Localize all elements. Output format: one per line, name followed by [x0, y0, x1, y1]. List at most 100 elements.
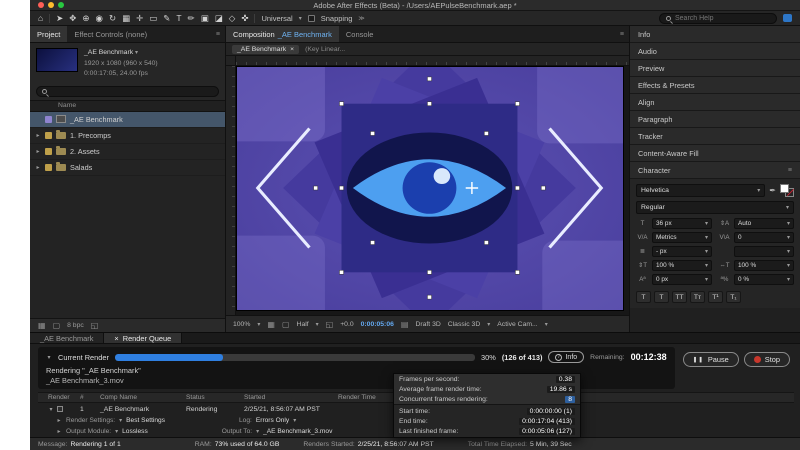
fill-color-swatch[interactable] — [780, 184, 789, 193]
zoom-window-button[interactable] — [58, 2, 64, 8]
twirl-open-icon[interactable]: ▾ — [48, 406, 54, 413]
resolution-dropdown[interactable]: Half — [297, 321, 309, 328]
panel-tracker[interactable]: Tracker — [630, 128, 800, 145]
renderer-dropdown[interactable]: Classic 3D — [448, 321, 480, 328]
twirl-icon[interactable]: ▸ — [35, 132, 41, 139]
font-family-dropdown[interactable]: Helvetica ▾ — [636, 184, 765, 197]
tab-composition[interactable]: Composition _AE Benchmark — [226, 26, 339, 42]
zoom-tool-icon[interactable]: ⊕ — [82, 14, 89, 23]
pause-button[interactable]: ❚❚ Pause — [683, 352, 739, 367]
pen-tool-icon[interactable]: ✎ — [163, 14, 170, 23]
panel-paragraph[interactable]: Paragraph — [630, 111, 800, 128]
help-search[interactable] — [659, 13, 777, 24]
superscript-button[interactable]: T¹ — [708, 291, 723, 303]
feedback-icon[interactable] — [783, 14, 792, 22]
ruler-vertical[interactable] — [226, 66, 236, 315]
label-color-chip[interactable] — [45, 132, 52, 139]
font-size-control[interactable]: T 36 px▾ — [636, 218, 712, 229]
eraser-tool-icon[interactable]: ◪ — [215, 14, 223, 23]
twirl-icon[interactable]: ▸ — [35, 148, 41, 155]
home-icon[interactable]: ⌂ — [38, 14, 43, 23]
project-item-folder[interactable]: ▸ 2. Assets — [30, 144, 225, 160]
panel-preview[interactable]: Preview — [630, 60, 800, 77]
mask-visibility-icon[interactable]: ▢ — [282, 320, 290, 329]
rotate-tool-icon[interactable]: ↻ — [109, 14, 116, 23]
stroke-style-control[interactable]: ▾ — [718, 246, 794, 257]
type-tool-icon[interactable]: T — [176, 14, 181, 23]
clone-stamp-tool-icon[interactable]: ▣ — [201, 14, 209, 23]
orbit-camera-tool-icon[interactable]: ◉ — [96, 14, 103, 23]
puppet-pin-tool-icon[interactable]: ✜ — [241, 14, 248, 23]
baseline-shift-control[interactable]: Aª 0 px▾ — [636, 274, 712, 285]
faux-bold-button[interactable]: T — [636, 291, 651, 303]
panel-menu-icon[interactable]: ≡ — [788, 167, 792, 174]
twirl-icon[interactable]: ▸ — [56, 428, 62, 435]
panel-character[interactable]: Character ≡ — [630, 162, 800, 179]
selection-tool-icon[interactable]: ➤ — [56, 14, 63, 23]
shape-tool-icon[interactable]: ▭ — [149, 14, 157, 23]
zoom-level-dropdown[interactable]: 100% — [233, 321, 250, 328]
project-search-input[interactable] — [36, 86, 219, 97]
tab-project[interactable]: Project — [30, 26, 67, 42]
render-checkbox[interactable] — [57, 406, 63, 412]
view-dropdown[interactable]: Active Cam... — [497, 321, 537, 328]
small-caps-button[interactable]: Tт — [690, 291, 705, 303]
panel-info[interactable]: Info — [630, 26, 800, 43]
eyedropper-icon[interactable]: ✒ — [769, 186, 776, 195]
tab-timeline-ae-benchmark[interactable]: _AE Benchmark — [30, 333, 104, 343]
fast-previews-toggle[interactable]: Draft 3D — [415, 321, 440, 328]
label-color-chip[interactable] — [45, 164, 52, 171]
tab-effect-controls[interactable]: Effect Controls (none) — [67, 26, 154, 42]
panel-menu-icon[interactable]: ≡ — [620, 31, 624, 38]
close-icon[interactable]: × — [290, 46, 294, 53]
panel-effects-presets[interactable]: Effects & Presets — [630, 77, 800, 94]
bit-depth-label[interactable]: 8 bpc — [67, 322, 84, 329]
ruler-horizontal[interactable] — [236, 56, 629, 66]
twirl-icon[interactable]: ▸ — [56, 417, 62, 424]
vertical-scale-control[interactable]: ⇕T 100 %▾ — [636, 260, 712, 271]
tab-console[interactable]: Console — [339, 26, 381, 42]
brush-tool-icon[interactable]: ✏ — [188, 14, 195, 23]
panel-menu-icon[interactable]: ≡ — [216, 31, 220, 38]
project-item-comp[interactable]: _AE Benchmark — [30, 112, 225, 128]
all-caps-button[interactable]: TT — [672, 291, 687, 303]
horizontal-scale-control[interactable]: ⇔T 100 %▾ — [718, 260, 794, 271]
chevrons-icon[interactable]: ≫ — [358, 15, 364, 22]
font-style-dropdown[interactable]: Regular ▾ — [636, 201, 794, 214]
twirl-open-icon[interactable]: ▾ — [46, 354, 52, 361]
stroke-width-control[interactable]: ≣ - px▾ — [636, 246, 712, 257]
search-input[interactable] — [675, 15, 763, 22]
panel-content-aware-fill[interactable]: Content-Aware Fill — [630, 145, 800, 162]
new-folder-icon[interactable]: ▢ — [53, 321, 61, 330]
minimize-window-button[interactable] — [48, 2, 54, 8]
twirl-icon[interactable]: ▸ — [35, 164, 41, 171]
subscript-button[interactable]: T₁ — [726, 291, 741, 303]
camera-settings-icon[interactable]: ▤ — [401, 320, 409, 329]
close-window-button[interactable] — [38, 2, 44, 8]
project-list-header[interactable]: Name — [30, 100, 225, 112]
snapping-checkbox[interactable] — [308, 15, 315, 22]
panel-audio[interactable]: Audio — [630, 43, 800, 60]
hand-tool-icon[interactable]: ✥ — [69, 14, 76, 23]
exposure-value[interactable]: +0.0 — [340, 321, 353, 328]
stop-button[interactable]: Stop — [744, 352, 790, 367]
tracking-control[interactable]: V\A 0▾ — [718, 232, 794, 243]
delete-icon[interactable]: ◱ — [91, 321, 99, 330]
viewer-tab[interactable]: _AE Benchmark × — [232, 45, 299, 54]
interpret-footage-icon[interactable]: ▦ — [38, 321, 46, 330]
chevron-down-icon[interactable]: ▾ — [135, 50, 138, 56]
fill-stroke-swatches[interactable] — [780, 184, 794, 197]
camera-tool-icon[interactable]: ▦ — [122, 14, 130, 23]
roto-brush-tool-icon[interactable]: ◇ — [229, 14, 236, 23]
universal-dropdown[interactable]: Universal — [261, 14, 292, 23]
composition-viewport[interactable] — [226, 56, 629, 315]
project-item-folder[interactable]: ▸ 1. Precomps — [30, 128, 225, 144]
label-color-chip[interactable] — [45, 116, 52, 123]
label-color-chip[interactable] — [45, 148, 52, 155]
project-item-folder[interactable]: ▸ Salads — [30, 160, 225, 176]
close-icon[interactable]: × — [114, 334, 118, 343]
tsume-control[interactable]: ª% 0 %▾ — [718, 274, 794, 285]
current-timecode[interactable]: 0:00:05:06 — [361, 321, 394, 328]
pan-behind-tool-icon[interactable]: ✛ — [136, 14, 143, 23]
leading-control[interactable]: ⇕A Auto▾ — [718, 218, 794, 229]
